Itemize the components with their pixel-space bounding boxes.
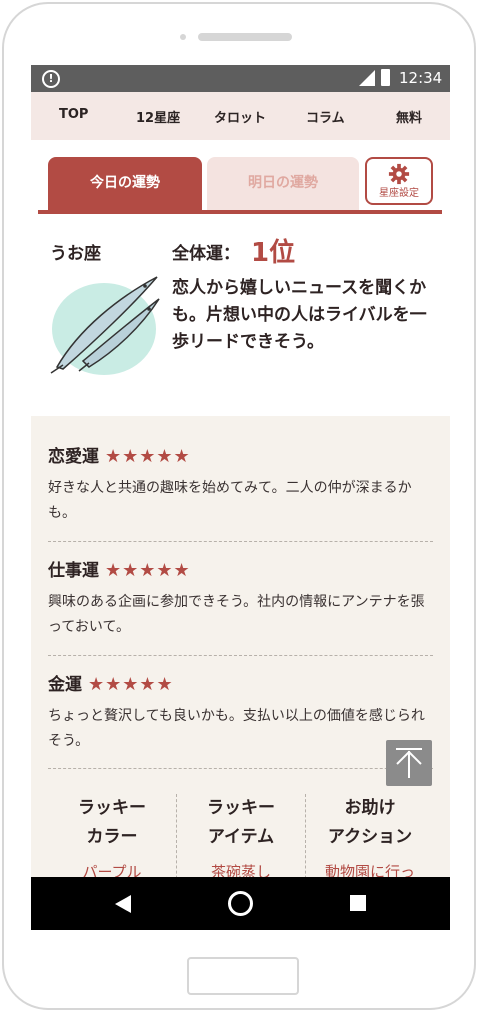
alert-circle-icon: ! <box>42 70 60 88</box>
tab-today[interactable]: 今日の運勢 <box>48 157 202 210</box>
screen: ! 12:34 TOP 12星座 タロット コラム 無料 今日の運勢 明日の運勢 <box>31 65 450 930</box>
money-fortune: 金運 ★★★★★ ちょっと贅沢しても良いかも。支払い以上の価値を感じられそう。 <box>48 670 433 754</box>
status-time: 12:34 <box>399 69 443 87</box>
overall-rank: 1位 <box>251 238 296 268</box>
fortune-details: 恋愛運 ★★★★★ 好きな人と共通の趣味を始めてみて。二人の仲が深まるかも。 仕事… <box>31 416 450 930</box>
top-nav: TOP 12星座 タロット コラム 無料 <box>31 92 450 140</box>
fortune-description: 興味のある企画に参加できそう。社内の情報にアンテナを張っておいて。 <box>48 594 425 635</box>
divider <box>48 541 433 542</box>
help-action-heading: お助け アクション <box>306 794 434 852</box>
lucky-item-heading: ラッキー アイテム <box>177 794 305 852</box>
battery-icon <box>381 69 390 86</box>
nav-item-12-signs[interactable]: 12星座 <box>136 107 180 126</box>
lucky-heading-line: アイテム <box>207 827 275 847</box>
overall-fortune: うお座 全体運： 1位 恋人から嬉しいニュースを聞くかも。片想い中の人はライバル… <box>31 214 450 416</box>
lucky-heading-line: お助け <box>344 798 396 818</box>
star-rating: ★★★★★ <box>105 446 191 467</box>
nav-item-top[interactable]: TOP <box>59 107 88 122</box>
tab-tomorrow[interactable]: 明日の運勢 <box>207 157 359 210</box>
signal-icon <box>359 70 375 86</box>
hardware-home-button[interactable] <box>187 957 299 995</box>
star-rating: ★★★★★ <box>105 560 191 581</box>
home-icon[interactable] <box>228 891 253 916</box>
divider <box>48 655 433 656</box>
arrow-up-icon <box>396 748 422 778</box>
star-rating: ★★★★★ <box>88 674 174 695</box>
nav-item-column[interactable]: コラム <box>306 107 345 126</box>
fortune-title: 金運 <box>48 675 82 695</box>
recent-apps-icon[interactable] <box>350 895 366 911</box>
nav-item-free[interactable]: 無料 <box>396 107 422 126</box>
front-camera <box>180 34 186 40</box>
lucky-heading-line: カラー <box>86 827 138 847</box>
work-fortune: 仕事運 ★★★★★ 興味のある企画に参加できそう。社内の情報にアンテナを張っておい… <box>48 556 433 640</box>
gear-icon <box>388 163 410 185</box>
fortune-title: 仕事運 <box>48 561 99 581</box>
pisces-fish-icon <box>50 276 160 375</box>
overall-description: 恋人から嬉しいニュースを聞くかも。片想い中の人はライバルを一歩リードできそう。 <box>172 278 427 352</box>
android-nav-bar <box>31 877 450 930</box>
sign-settings-button[interactable]: 星座設定 <box>365 157 433 205</box>
lucky-heading-line: ラッキー <box>78 798 146 818</box>
overall-label: 全体運： <box>172 244 240 264</box>
fortune-title: 恋愛運 <box>48 447 99 467</box>
zodiac-sign-name: うお座 <box>50 244 101 264</box>
scroll-to-top-button[interactable] <box>386 740 432 786</box>
back-icon[interactable] <box>113 894 133 914</box>
nav-item-tarot[interactable]: タロット <box>214 107 266 126</box>
status-bar: ! 12:34 <box>31 65 450 92</box>
speaker-grille <box>198 33 292 41</box>
lucky-heading-line: ラッキー <box>207 798 275 818</box>
love-fortune: 恋愛運 ★★★★★ 好きな人と共通の趣味を始めてみて。二人の仲が深まるかも。 <box>48 442 433 526</box>
lucky-heading-line: アクション <box>327 827 413 847</box>
divider <box>48 768 433 769</box>
sign-settings-label: 星座設定 <box>379 188 419 199</box>
fortune-description: 好きな人と共通の趣味を始めてみて。二人の仲が深まるかも。 <box>48 480 412 521</box>
fortune-description: ちょっと贅沢しても良いかも。支払い以上の価値を感じられそう。 <box>48 708 425 749</box>
lucky-color-heading: ラッキー カラー <box>48 794 176 852</box>
day-tabs: 今日の運勢 明日の運勢 星座設定 <box>31 140 450 214</box>
